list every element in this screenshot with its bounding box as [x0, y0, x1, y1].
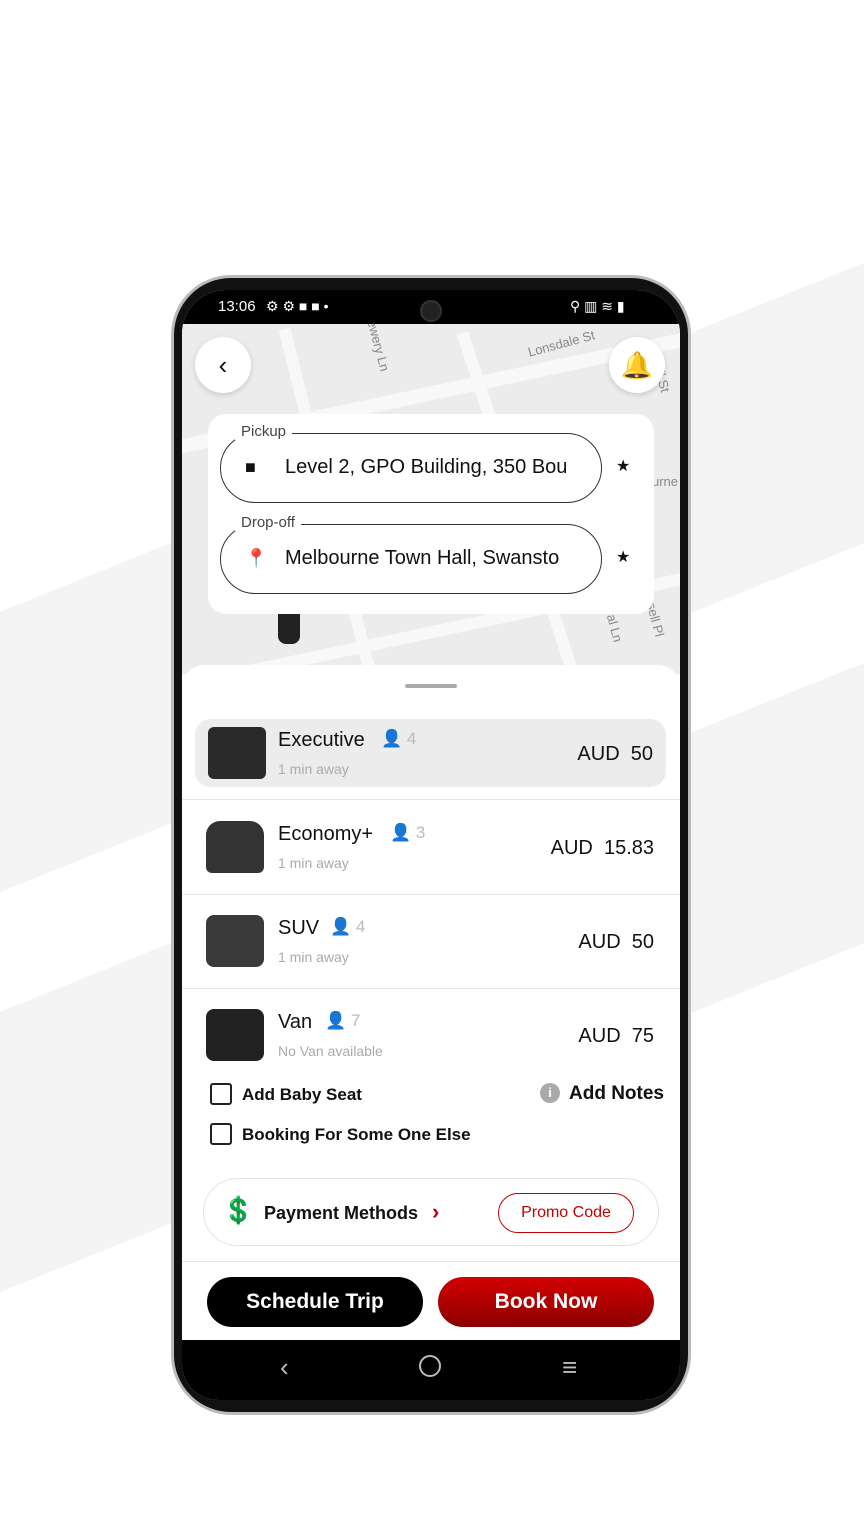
camera — [420, 300, 442, 322]
status-icons: ⚲ ▥ ≋ ▮ — [570, 298, 625, 314]
baby-seat-checkbox[interactable] — [210, 1083, 232, 1105]
baby-seat-label: Add Baby Seat — [242, 1085, 362, 1104]
seat-count: 4 — [355, 917, 366, 936]
back-button[interactable]: ‹ — [195, 337, 251, 393]
pickup-field[interactable]: Pickup ■ Level 2, GPO Building, 350 Bou — [220, 423, 602, 503]
drag-handle[interactable] — [405, 684, 457, 688]
seat-count: 3 — [415, 823, 426, 842]
person-icon: 👤 4 — [330, 917, 366, 936]
navigation-bar: ‹ ≡ — [182, 1340, 680, 1400]
add-notes-button[interactable]: Add Notes — [569, 1083, 664, 1105]
square-stop-icon: ■ — [245, 457, 256, 477]
bottom-sheet: Executive 👤 4 1 min away AUD 50 Economy+… — [182, 665, 680, 1365]
nav-home-icon[interactable] — [419, 1355, 441, 1377]
payment-bar: 💲 Payment Methods › Promo Code — [203, 1178, 659, 1246]
location-card: Pickup ■ Level 2, GPO Building, 350 Bou … — [208, 414, 654, 614]
schedule-trip-button[interactable]: Schedule Trip — [207, 1277, 423, 1327]
app-screen: 13:06 ⚙ ⚙ ■ ■ • ⚲ ▥ ≋ ▮ Lonsdale St ewer… — [182, 290, 680, 1400]
payment-methods-button[interactable]: Payment Methods — [264, 1203, 418, 1224]
car-image — [206, 1009, 264, 1061]
chevron-right-icon: › — [432, 1199, 440, 1224]
nav-back-icon[interactable]: ‹ — [280, 1352, 289, 1383]
vehicle-name: Van — [278, 1011, 313, 1033]
vehicle-price: AUD 15.83 — [550, 837, 654, 859]
nav-menu-icon[interactable]: ≡ — [562, 1352, 577, 1383]
notification-button[interactable]: 🔔 — [609, 337, 665, 393]
person-icon: 👤 4 — [381, 729, 417, 748]
status-time: 13:06 — [218, 298, 256, 315]
vehicle-name: Executive — [278, 729, 365, 751]
vehicle-eta: 1 min away — [278, 761, 349, 777]
promo-code-button[interactable]: Promo Code — [498, 1193, 634, 1233]
dropoff-label: Drop-off — [235, 514, 301, 531]
settings-icon: ⚙ ⚙ ■ ■ • — [266, 298, 329, 314]
vehicle-price: AUD 75 — [578, 1025, 654, 1047]
location-pin-icon: 📍 — [245, 548, 268, 568]
dropoff-field[interactable]: Drop-off 📍 Melbourne Town Hall, Swansto — [220, 514, 602, 594]
vehicle-option-economy[interactable]: Economy+ 👤 3 1 min away AUD 15.83 — [182, 801, 680, 895]
dropoff-value: Melbourne Town Hall, Swansto — [285, 547, 560, 569]
info-icon: i — [540, 1083, 560, 1103]
vehicle-option-executive[interactable]: Executive 👤 4 1 min away AUD 50 — [195, 719, 666, 787]
vehicle-option-van[interactable]: Van 👤 7 No Van available AUD 75 — [182, 989, 680, 1083]
map-label: urne — [652, 474, 679, 489]
seat-count: 7 — [350, 1011, 361, 1030]
vehicle-eta: 1 min away — [278, 949, 349, 965]
book-now-button[interactable]: Book Now — [438, 1277, 654, 1327]
favorite-star-icon[interactable]: ★ — [616, 456, 630, 476]
map-label: ewery Ln — [364, 324, 393, 373]
person-icon: 👤 3 — [390, 823, 426, 842]
pickup-value: Level 2, GPO Building, 350 Bou — [285, 456, 568, 478]
vehicle-name: Economy+ — [278, 823, 374, 845]
vehicle-name: SUV — [278, 917, 320, 939]
person-icon: 👤 7 — [325, 1011, 361, 1030]
seat-count: 4 — [406, 729, 417, 748]
booking-else-label: Booking For Some One Else — [242, 1125, 471, 1144]
vehicle-eta: No Van available — [278, 1043, 383, 1059]
status-bar: 13:06 ⚙ ⚙ ■ ■ • ⚲ ▥ ≋ ▮ — [182, 290, 680, 324]
pickup-label: Pickup — [235, 423, 293, 440]
booking-else-checkbox[interactable] — [210, 1123, 232, 1145]
vehicle-option-suv[interactable]: SUV 👤 4 1 min away AUD 50 — [182, 895, 680, 989]
car-image — [208, 727, 266, 779]
chevron-left-icon: ‹ — [218, 349, 228, 380]
bell-icon: 🔔 — [620, 349, 654, 380]
car-image — [206, 915, 264, 967]
car-image — [206, 821, 264, 873]
vehicle-price: AUD 50 — [577, 743, 653, 765]
vehicle-eta: 1 min away — [278, 855, 349, 871]
favorite-star-icon[interactable]: ★ — [616, 547, 630, 567]
payment-hand-icon: 💲 — [222, 1195, 255, 1225]
vehicle-price: AUD 50 — [578, 931, 654, 953]
